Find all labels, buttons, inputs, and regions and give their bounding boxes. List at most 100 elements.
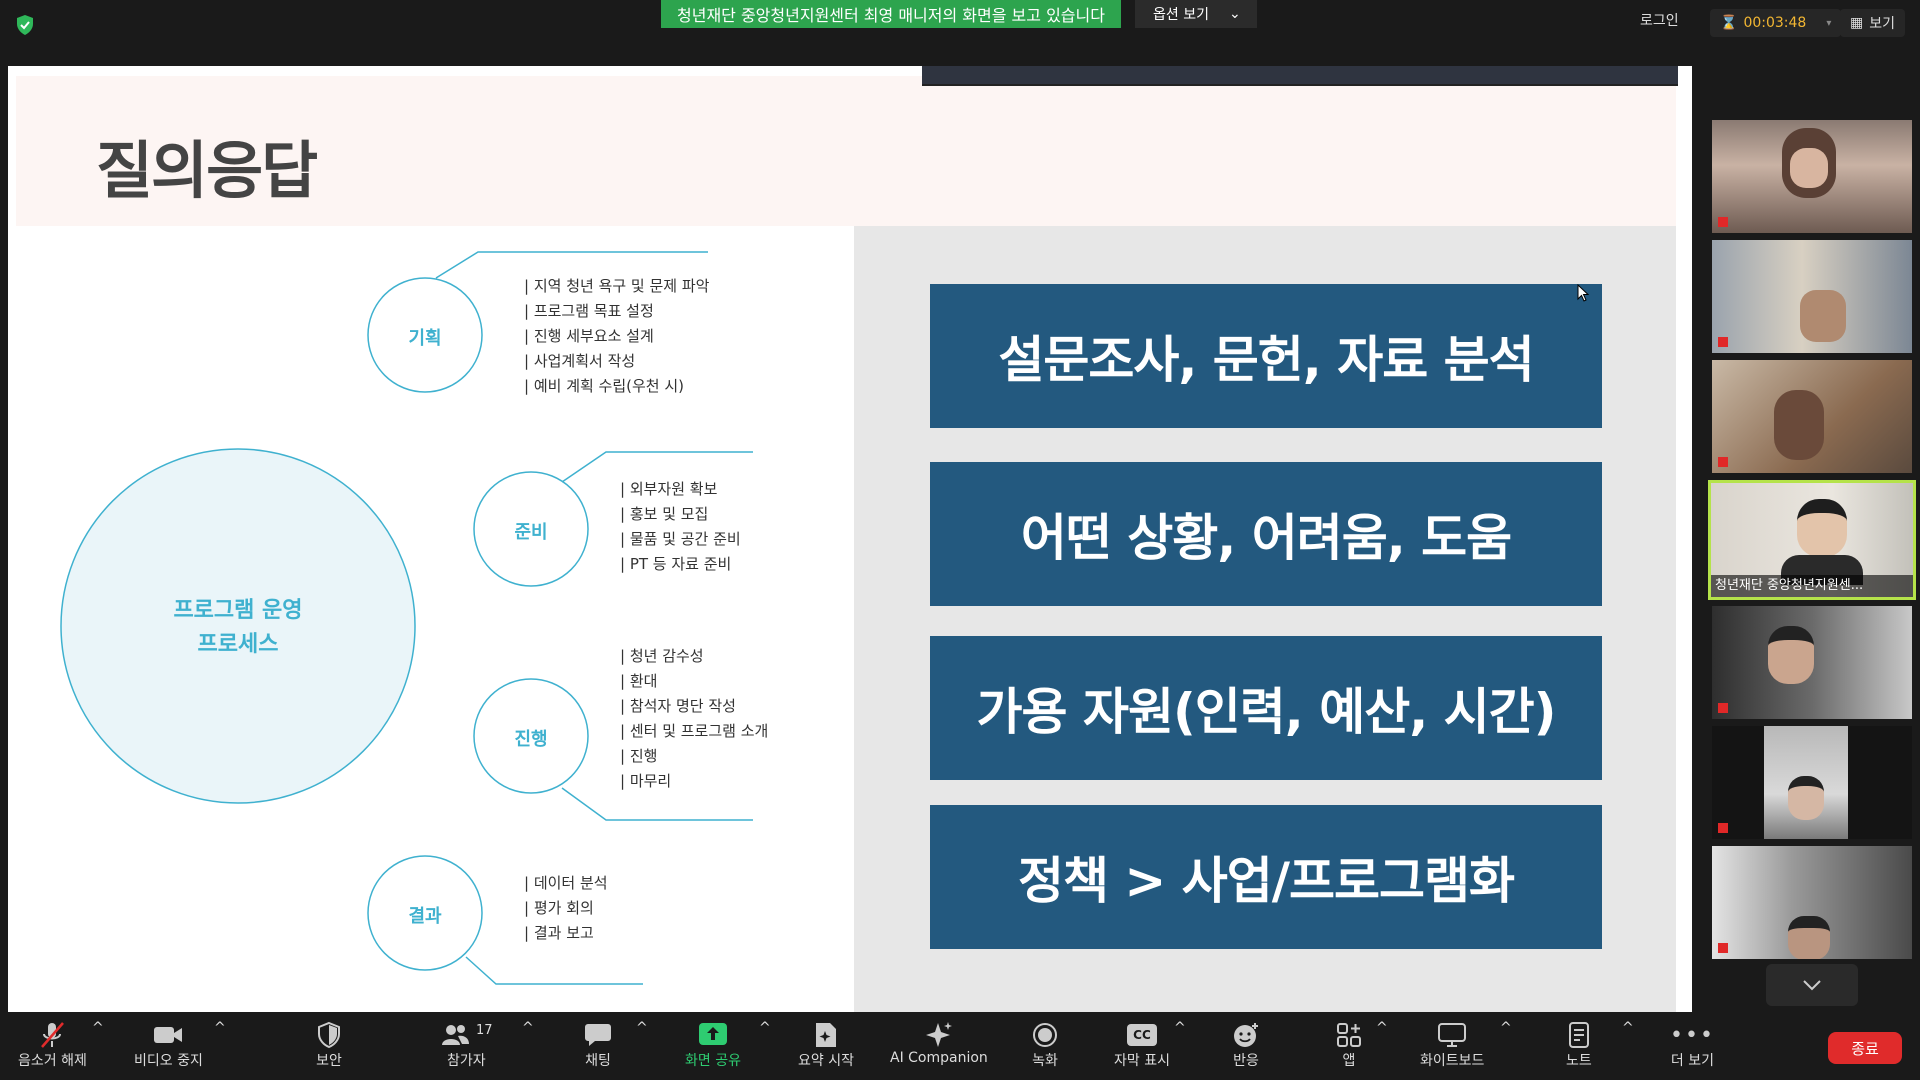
participant-tile[interactable] [1712,120,1912,233]
meeting-timer[interactable]: ⌛ 00:03:48 ▾ [1710,9,1842,37]
video-camera-icon [154,1027,183,1043]
view-options-button[interactable]: 옵션 보기 ⌄ [1135,0,1257,28]
end-meeting-button[interactable]: 종료 [1828,1032,1902,1064]
ai-companion-button[interactable]: AI Companion [890,1020,988,1066]
list-item: | 환대 [620,672,658,690]
participant-tile[interactable] [1712,606,1912,719]
captions-button[interactable]: CC 자막 표시 [1114,1020,1170,1070]
summary-label: 요약 시작 [798,1053,854,1069]
whiteboard-icon [1438,1023,1467,1047]
list-item: | 예비 계획 수립(우천 시) [524,377,685,395]
encryption-shield-icon[interactable] [14,14,36,36]
list-item: | 청년 감수성 [620,647,704,665]
list-item: | 평가 회의 [524,899,594,917]
layout-grid-icon: ▦ [1850,15,1864,31]
chat-options-caret[interactable]: ^ [636,1020,648,1036]
share-screen-button[interactable]: 화면 공유 [685,1020,741,1070]
share-options-caret[interactable]: ^ [759,1020,771,1036]
login-button[interactable]: 로그인 [1640,10,1679,30]
participant-tile[interactable] [1712,240,1912,353]
participants-label: 참가자 [446,1053,486,1069]
participant-tile-active-speaker[interactable]: 청년재단 중앙청년지원센... [1708,480,1916,600]
reactions-smiley-icon [1234,1023,1258,1047]
progress-list: | 청년 감수성 | 환대 | 참석자 명단 작성 | 센터 및 프로그램 소개… [620,644,768,794]
view-label: 보기 [1869,16,1895,32]
list-item: | 홍보 및 모집 [620,505,709,523]
notes-icon [1568,1022,1589,1048]
list-item: | 사업계획서 작성 [524,352,636,370]
security-button[interactable]: 보안 [316,1020,342,1070]
participant-tile[interactable] [1712,726,1912,839]
reactions-button[interactable]: 반응 [1232,1020,1260,1070]
ai-sparkle-icon [925,1022,952,1047]
list-item: | 프로그램 목표 설정 [524,302,654,320]
security-label: 보안 [316,1053,342,1069]
video-button[interactable]: 비디오 중지 [134,1020,203,1070]
record-button[interactable]: 녹화 [1032,1020,1058,1070]
shared-screen: 질의응답 프로그램 운영 프로세스 기획 준비 진행 결과 | 지역 청년 욕구… [8,66,1692,1012]
login-label: 로그인 [1640,13,1679,29]
notes-options-caret[interactable]: ^ [1622,1020,1634,1036]
apps-button[interactable]: 앱 [1336,1020,1362,1070]
share-screen-label: 화면 공유 [685,1053,741,1069]
mute-label: 음소거 해제 [18,1053,87,1069]
chat-button[interactable]: 채팅 [584,1020,612,1070]
result-list: | 데이터 분석 | 평가 회의 | 결과 보고 [524,871,608,946]
scroll-down-button[interactable] [1766,964,1858,1006]
stage-label-preparation: 준비 [514,522,548,543]
mute-button[interactable]: 음소거 해제 [18,1020,87,1070]
more-button[interactable]: ••• 더 보기 [1670,1020,1715,1070]
mic-muted-icon [1718,217,1728,227]
presenter-toolbar-strip [922,66,1678,86]
participants-button[interactable]: 17 참가자 [440,1020,493,1070]
timer-value: 00:03:48 [1743,15,1807,31]
list-item: | 참석자 명단 작성 [620,697,736,715]
top-bar: 청년재단 중앙청년지원센터 최영 매니저의 화면을 보고 있습니다 옵션 보기 … [0,0,1920,64]
avatar [1774,390,1824,460]
chat-label: 채팅 [585,1053,611,1069]
participant-tile[interactable] [1712,846,1912,959]
more-dots-icon: ••• [1670,1022,1715,1048]
topic-box: 가용 자원(인력, 예산, 시간) [930,636,1602,780]
apps-options-caret[interactable]: ^ [1376,1020,1388,1036]
avatar [1790,148,1828,188]
mouse-cursor-icon [1577,284,1589,302]
list-item: | PT 등 자료 준비 [620,555,732,573]
summary-button[interactable]: 요약 시작 [798,1020,854,1070]
stage-label-result: 결과 [408,906,442,927]
list-item: | 지역 청년 욕구 및 문제 파악 [524,277,710,295]
apps-label: 앱 [1342,1053,1356,1069]
participants-panel: 청년재단 중앙청년지원센... [1696,64,1920,1014]
mic-muted-icon [1718,337,1728,347]
notes-button[interactable]: 노트 [1566,1020,1592,1070]
chevron-down-icon: ▾ [1826,17,1832,29]
list-item: | 결과 보고 [524,924,594,942]
participants-count: 17 [476,1022,493,1038]
share-screen-icon [698,1023,727,1045]
topic-box: 정책 > 사업/프로그램화 [930,805,1602,949]
apps-icon [1337,1023,1361,1047]
mic-muted-icon [1718,457,1728,467]
mic-muted-icon [1718,943,1728,953]
center-label-line-1: 프로그램 운영 [173,598,303,623]
whiteboard-label: 화이트보드 [1420,1053,1485,1069]
meeting-toolbar: 음소거 해제 ^ 비디오 중지 ^ 보안 17 참가자 ^ 채팅 ^ 화면 공유… [0,1014,1920,1080]
participants-options-caret[interactable]: ^ [522,1020,534,1036]
list-item: | 진행 세부요소 설계 [524,327,654,345]
more-label: 더 보기 [1670,1053,1715,1069]
whiteboard-options-caret[interactable]: ^ [1500,1020,1512,1036]
avatar [1788,776,1824,820]
center-label-line-2: 프로세스 [197,632,279,657]
video-options-caret[interactable]: ^ [214,1020,226,1036]
chevron-down-icon: ⌄ [1228,6,1241,22]
captions-cc-icon: CC [1126,1024,1157,1046]
mute-options-caret[interactable]: ^ [92,1020,104,1036]
security-shield-icon [318,1021,340,1049]
whiteboard-button[interactable]: 화이트보드 [1420,1020,1484,1070]
captions-options-caret[interactable]: ^ [1174,1020,1186,1036]
slide-title: 질의응답 [96,134,318,207]
topic-box: 어떤 상황, 어려움, 도움 [930,462,1602,606]
participant-tile[interactable] [1712,360,1912,473]
stage-label-progress: 진행 [514,729,548,750]
view-button[interactable]: ▦ 보기 [1840,9,1905,37]
